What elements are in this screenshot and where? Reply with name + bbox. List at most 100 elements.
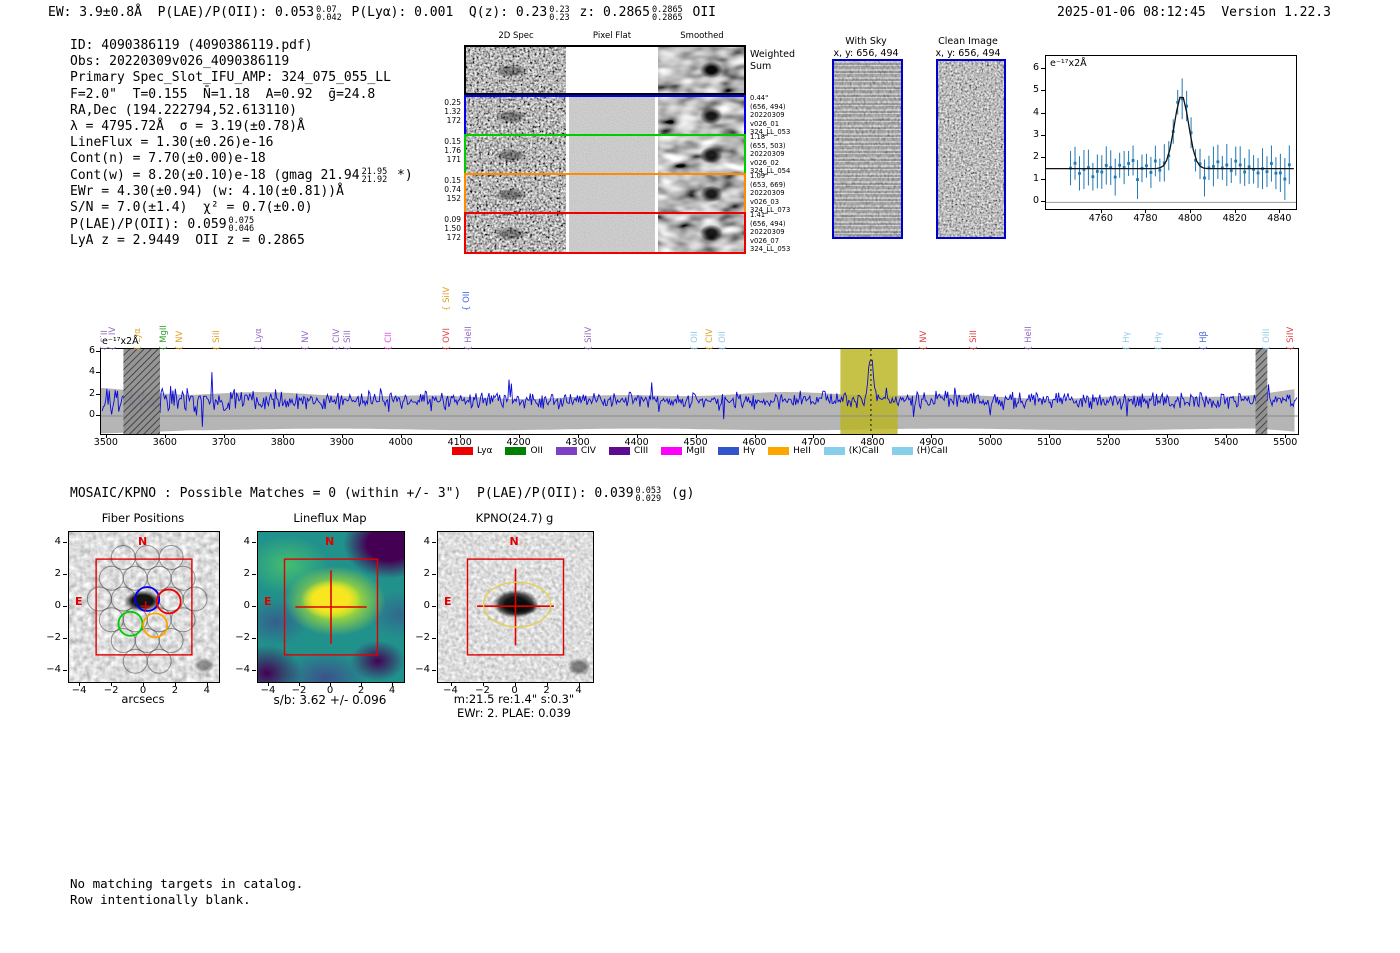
kpno-overlay [466, 558, 565, 656]
spec2d-right-label: 20220309 [750, 150, 785, 159]
2d-spec-smudge [466, 136, 566, 174]
spec2d-right-label: 324_LL_053 [750, 245, 791, 254]
x-tick-label: 5400 [1214, 437, 1239, 448]
spec2d-row [464, 95, 746, 137]
text-segment: (g) [663, 486, 695, 501]
2d-spec-smudge [466, 214, 566, 252]
spec2d-col-header-pixelflat: Pixel Flat [592, 31, 632, 41]
text-segment: Cont(n) = 7.70(±0.00)e-18 [70, 151, 266, 167]
x-tick-label: 3600 [152, 437, 177, 448]
line-label-SiIV: { SiIV [584, 326, 594, 351]
weighted-sum-label-line1: Weighted [750, 49, 795, 60]
spec2d-row [464, 45, 746, 95]
tick-mark [63, 637, 67, 639]
line-label-NV: { NV [301, 330, 311, 351]
stacked-value: 0.07 0.042 [316, 4, 342, 23]
y-tick-label: −4 [46, 663, 61, 675]
tick-mark [1041, 68, 1045, 70]
spec2d-row-left-labels: 0.15 1.76 171 [437, 137, 461, 164]
line-label-OII: { OII [690, 331, 700, 351]
detection-info-block: ID: 4090386119 (4090386119.pdf) Obs: 2022… [70, 38, 413, 249]
stacked-value: 0.053 0.029 [635, 485, 662, 504]
pixel-flat-noise [569, 175, 655, 213]
y-tick-label: −4 [415, 663, 430, 675]
north-label: N [138, 535, 148, 548]
kpno-cutout-title: KPNO(24.7) g [475, 511, 554, 525]
lineflux-overlay [283, 558, 379, 656]
legend-swatch [823, 447, 845, 455]
spec2d-2d-segment [466, 47, 566, 93]
spec2d-row-right-labels: 1.41" (656, 494) 20220309 v026_07 324_LL_053 [750, 211, 800, 254]
spec2d-2d-segment [466, 175, 566, 213]
spec2d-right-label: 1.18" [750, 133, 769, 141]
smoothed-blob [658, 47, 744, 93]
x-tick-label: 4840 [1267, 213, 1292, 224]
text-segment: RA,Dec (194.222794,52.613110) [70, 102, 297, 118]
2d-spec-smudge [466, 175, 566, 213]
smoothed-segment [658, 47, 744, 93]
legend-swatch [891, 447, 913, 455]
info-line: EWr = 4.30(±0.94) (w: 4.10(±0.81))Å [70, 184, 413, 200]
x-tick-label: 4800 [1177, 213, 1203, 224]
x-tick-label: 4200 [506, 437, 531, 448]
spec2d-row [464, 134, 746, 176]
legend-swatch [768, 447, 790, 455]
x-tick-label: 2 [543, 685, 550, 696]
fiber-positions-overlay [86, 545, 208, 674]
info-line: S/N = 7.0(±1.4) χ² = 0.7(±0.0) [70, 200, 413, 216]
fiber-positions-title: Fiber Positions [101, 511, 185, 525]
pixel-flat-noise [569, 214, 655, 252]
y-tick-label: −2 [415, 631, 430, 643]
tick-mark [432, 574, 436, 576]
east-label: E [444, 595, 452, 608]
x-tick-label: 4700 [801, 437, 826, 448]
2d-spec-smudge [466, 47, 566, 93]
spec2d-right-label: 0.44" [750, 94, 769, 102]
spec2d-2d-segment [466, 136, 566, 174]
lineflux-map-plot [257, 531, 405, 683]
tick-mark [252, 574, 256, 576]
x-tick-label: 4780 [1133, 213, 1158, 224]
text-segment: EW: 3.9±0.8Å P(LAE)/P(OII): 0.053 [48, 5, 315, 20]
lineflux-map-title: Lineflux Map [293, 511, 367, 525]
x-tick-label: 2 [171, 685, 179, 696]
smoothed-segment [658, 136, 744, 174]
spec2d-row-right-labels: 1.18" (655, 503) 20220309 v026_02 324_LL_054 [750, 133, 800, 176]
clean-image-header: Clean Image x, y: 656, 494 [925, 36, 1011, 59]
spec2d-left-label: 0.25 [444, 98, 461, 107]
legend-swatch [718, 447, 740, 455]
spec2d-right-label: v026_01 [750, 119, 780, 128]
x-tick-label: 4600 [742, 437, 767, 448]
tick-mark [63, 669, 67, 671]
x-tick-label: 3900 [329, 437, 354, 448]
y-tick-label: 0 [423, 600, 430, 611]
x-tick-label: 4500 [683, 437, 708, 448]
text-segment: Primary Spec_Slot_IFU_AMP: 324_075_055_L… [70, 70, 391, 86]
spec2d-right-label: 1.09" [750, 172, 769, 180]
stacked-value: 21.95 21.92 [361, 167, 388, 186]
spec2d-row-left-labels: 0.25 1.32 172 [437, 98, 461, 125]
text-segment: LineFlux = 1.30(±0.26)e-16 [70, 135, 274, 151]
sky-noise [834, 61, 901, 237]
line-label-Hγ: { Hγ [1154, 331, 1164, 351]
line-label-MgII: { MgII [159, 325, 169, 351]
smoothed-blob [658, 214, 744, 252]
spec2d-left-label: 1.50 [444, 224, 461, 233]
spec2d-right-label: v026_07 [750, 236, 780, 245]
info-line: F=2.0" T=0.155 N̄=1.18 A=0.92 ḡ=24.8 [70, 87, 413, 103]
y-tick-label: −2 [46, 631, 61, 643]
pixel-flat-segment [569, 47, 655, 93]
spec2d-left-label: 152 [446, 194, 461, 203]
line-label-OII: { OII [718, 331, 728, 351]
pixel-flat-segment [569, 97, 655, 135]
x-tick-label: −4 [443, 685, 458, 696]
x-tick-label: 5200 [1096, 437, 1121, 448]
tick-mark [63, 542, 67, 544]
tick-mark [63, 574, 67, 576]
tick-mark [252, 606, 256, 607]
y-tick-label: −4 [235, 663, 250, 675]
elixer-detection-report: EW: 3.9±0.8Å P(LAE)/P(OII): 0.053 0.07 0.0… [0, 0, 1400, 953]
line-label-SiII: { SiII [212, 330, 222, 351]
x-tick-label: −4 [260, 685, 276, 696]
kpno-cutout-xlabel2: EWr: 2. PLAE: 0.039 [457, 706, 571, 720]
